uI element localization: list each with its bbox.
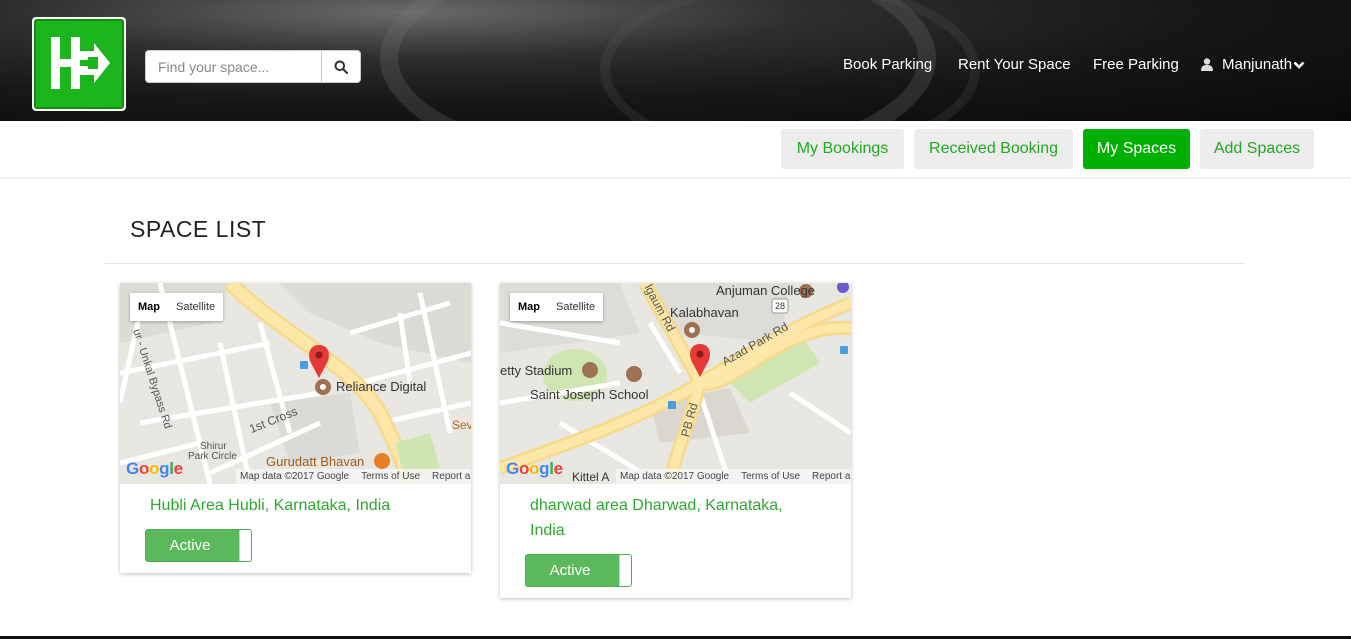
map-poi-label: etty Stadium	[500, 363, 573, 378]
map-attribution: Map data ©2017 Google Terms of Use Repor…	[616, 469, 851, 484]
title-divider	[105, 263, 1245, 264]
map-data-text: Map data ©2017 Google	[240, 471, 350, 482]
site-header: Book Parking Rent Your Space Free Parkin…	[0, 0, 1351, 121]
map-type-control: Map Satellite	[130, 293, 224, 321]
map-poi-label: Kittel A	[572, 470, 610, 484]
search-button[interactable]	[321, 51, 360, 82]
logo-mark	[34, 19, 124, 109]
nav-free-parking[interactable]: Free Parking	[1093, 56, 1179, 73]
page-title: SPACE LIST	[130, 216, 267, 242]
route-shield-label: 28	[775, 301, 786, 311]
search-box	[145, 50, 361, 83]
status-toggle-label: Active	[549, 562, 591, 579]
map-poi-label: Gurudatt Bhavan	[266, 454, 365, 469]
search-input[interactable]	[146, 51, 322, 82]
status-toggle-label: Active	[169, 537, 211, 554]
tab-add-spaces[interactable]: Add Spaces	[1200, 129, 1314, 169]
user-menu[interactable]: Manjunath	[1201, 56, 1305, 73]
status-toggle[interactable]: Active	[145, 529, 252, 562]
map-poi-label: Park Circle	[188, 451, 237, 462]
user-name: Manjunath	[1222, 56, 1293, 73]
map-poi-label: Reliance Digital	[336, 379, 427, 394]
terms-of-use-link[interactable]: Terms of Use	[361, 469, 420, 484]
space-card: Reliance Digital Gurudatt Bhavan 1st Cro…	[120, 283, 471, 573]
map-attribution: Map data ©2017 Google Terms of Use Repor…	[236, 469, 471, 484]
map-type-map-button[interactable]: Map	[510, 293, 548, 321]
report-link[interactable]: Report a	[812, 469, 850, 484]
map-type-satellite-button[interactable]: Satellite	[168, 293, 223, 321]
chevron-down-icon	[1293, 61, 1305, 69]
status-toggle[interactable]: Active	[525, 554, 632, 587]
space-card: Anjuman College Kalabhavan etty Stadium …	[500, 283, 851, 598]
toggle-handle	[239, 530, 251, 561]
map-poi-label: Saint Joseph School	[530, 387, 649, 402]
map-type-control: Map Satellite	[510, 293, 604, 321]
report-link[interactable]: Report a	[432, 469, 470, 484]
map-data-text: Map data ©2017 Google	[620, 471, 730, 482]
nav-rent-space[interactable]: Rent Your Space	[958, 56, 1071, 73]
tab-received-booking[interactable]: Received Booking	[914, 129, 1073, 169]
space-map[interactable]: Reliance Digital Gurudatt Bhavan 1st Cro…	[120, 283, 471, 484]
space-location: Hubli Area Hubli, Karnataka, India	[150, 497, 391, 514]
map-type-map-button[interactable]: Map	[130, 293, 168, 321]
space-location: dharwad area Dharwad, Karnataka, India	[530, 497, 783, 539]
map-poi-label: Sev	[452, 418, 471, 432]
map-poi-label: Anjuman College	[716, 283, 816, 298]
tab-my-bookings[interactable]: My Bookings	[781, 129, 904, 169]
hp-logo[interactable]	[32, 17, 126, 111]
search-icon	[334, 60, 348, 74]
terms-of-use-link[interactable]: Terms of Use	[741, 469, 800, 484]
user-icon	[1201, 58, 1213, 71]
account-tabs-bar: My Bookings Received Booking My Spaces A…	[0, 121, 1351, 177]
tab-my-spaces[interactable]: My Spaces	[1083, 129, 1190, 169]
map-type-satellite-button[interactable]: Satellite	[548, 293, 603, 321]
google-logo[interactable]: Google	[126, 459, 183, 479]
map-poi-label: Kalabhavan	[670, 305, 739, 320]
toggle-handle	[619, 555, 631, 586]
space-map[interactable]: Anjuman College Kalabhavan etty Stadium …	[500, 283, 851, 484]
google-logo[interactable]: Google	[506, 459, 563, 479]
nav-book-parking[interactable]: Book Parking	[843, 56, 932, 73]
